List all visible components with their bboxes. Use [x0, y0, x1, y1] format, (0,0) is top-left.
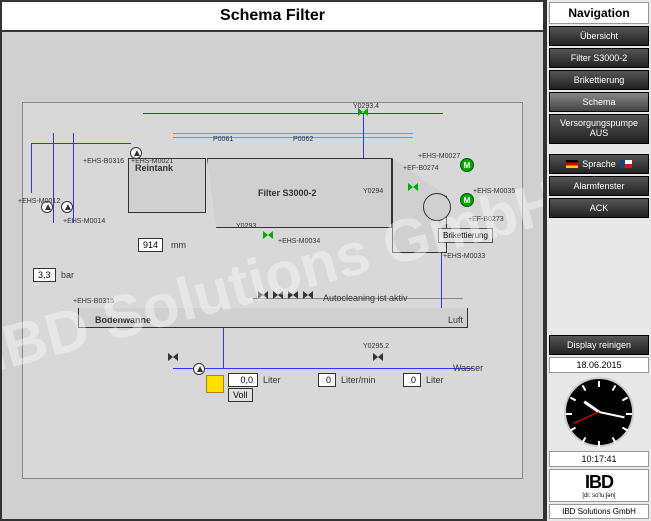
- pressure-value: 3,3: [33, 268, 56, 282]
- valve-bottom1[interactable]: [168, 353, 178, 361]
- nav-uebersicht[interactable]: Übersicht: [549, 26, 649, 46]
- tag-y0295-2: Y0295.2: [363, 343, 389, 350]
- valve-y0294[interactable]: [408, 183, 418, 191]
- filter-label: Filter S3000-2: [258, 188, 317, 198]
- tag-ehs-m0035: +EHS-M0035: [473, 188, 515, 195]
- nav-display-clean[interactable]: Display reinigen: [549, 335, 649, 355]
- tag-ehs-m0012: +EHS-M0012: [18, 198, 60, 205]
- valve-row1[interactable]: [258, 291, 268, 299]
- tag-ehs-m0033: +EHS-M0033: [443, 253, 485, 260]
- liter-value: 0,0: [228, 373, 258, 387]
- company-footer: IBD Solutions GmbH: [549, 504, 649, 519]
- valve-row4[interactable]: [303, 291, 313, 299]
- pressure-unit: bar: [61, 270, 74, 280]
- nav-schema[interactable]: Schema: [549, 92, 649, 112]
- nav-title: Navigation: [549, 2, 649, 24]
- flag-cz-icon: [620, 160, 632, 168]
- bodenwanne-label: Bodenwanne: [95, 315, 151, 325]
- tag-p0062: P0062: [293, 136, 313, 143]
- tag-ehs-m0027: +EHS-M0027: [418, 153, 460, 160]
- title-bar: Schema Filter: [2, 2, 543, 32]
- drum-icon: [423, 193, 451, 221]
- voll-indicator: Voll: [228, 388, 253, 402]
- liter-unit: Liter: [263, 375, 281, 385]
- nav-language[interactable]: Sprache: [549, 154, 649, 174]
- valve-row2[interactable]: [273, 291, 283, 299]
- tag-ehs-b0315: +EHS-B0315: [73, 298, 114, 305]
- side-panel: Navigation Übersicht Filter S3000-2 Brik…: [545, 0, 651, 521]
- diagram-frame: Reintank 914 mm Filter S3000-2 3,3 bar B…: [22, 102, 523, 479]
- tag-ehs-b0316: +EHS-B0316: [83, 158, 124, 165]
- logo-text: IBD: [552, 472, 646, 493]
- tag-ehs-m0021: +EHS-M0021: [131, 158, 173, 165]
- autoclean-label: Autocleaning ist aktiv: [323, 293, 408, 303]
- motor-m0035: M: [460, 193, 474, 207]
- nav-ack[interactable]: ACK: [549, 198, 649, 218]
- nav-alarm[interactable]: Alarmfenster: [549, 176, 649, 196]
- valve-y0295-2[interactable]: [373, 353, 383, 361]
- nav-versorgungspumpe[interactable]: Versorgungspumpe AUS: [549, 114, 649, 144]
- tag-ef-b0274: +EF-B0274: [403, 165, 439, 172]
- tag-y0293: Y0293: [236, 223, 256, 230]
- analog-clock: [564, 377, 634, 447]
- wasser-label: Wasser: [453, 363, 483, 373]
- tag-ehs-m0034: +EHS-M0034: [278, 238, 320, 245]
- nav-filter[interactable]: Filter S3000-2: [549, 48, 649, 68]
- motor-m0027: M: [460, 158, 474, 172]
- page-title: Schema Filter: [220, 7, 325, 25]
- tag-y0294: Y0294: [363, 188, 383, 195]
- liter2-value: 0: [403, 373, 421, 387]
- pump-left2-icon: [61, 201, 73, 213]
- yellow-tank-icon: [206, 375, 224, 393]
- date-display: 18.06.2015: [549, 357, 649, 373]
- tag-ef-b0273: +EF-B0273: [468, 216, 504, 223]
- reintank: Reintank: [128, 158, 206, 213]
- logo: IBD [di: so'lu:ʃən]: [549, 469, 649, 502]
- clock-minute-hand: [599, 411, 625, 418]
- time-display: 10:17:41: [549, 451, 649, 467]
- brikettierung-button[interactable]: Brikettierung: [438, 228, 493, 243]
- liter-min-unit: Liter/min: [341, 375, 376, 385]
- reintank-level-value: 914: [138, 238, 163, 252]
- liter-min-value: 0: [318, 373, 336, 387]
- reintank-level-unit: mm: [171, 240, 186, 250]
- liter2-unit: Liter: [426, 375, 444, 385]
- valve-y0293[interactable]: [263, 231, 273, 239]
- clock-second-hand: [573, 412, 599, 424]
- tag-p0061: P0061: [213, 136, 233, 143]
- nav-brikettierung[interactable]: Brikettierung: [549, 70, 649, 90]
- valve-row3[interactable]: [288, 291, 298, 299]
- pump-bottom-icon: [193, 363, 205, 375]
- flag-de-icon: [566, 160, 578, 168]
- logo-subtext: [di: so'lu:ʃən]: [552, 493, 646, 499]
- schematic-canvas: IBD Solutions GmbH Reintank 914: [2, 32, 543, 519]
- luft-label: Luft: [448, 315, 463, 325]
- tag-y0293-4: Y0293.4: [353, 103, 379, 110]
- tag-ehs-m0014: +EHS-M0014: [63, 218, 105, 225]
